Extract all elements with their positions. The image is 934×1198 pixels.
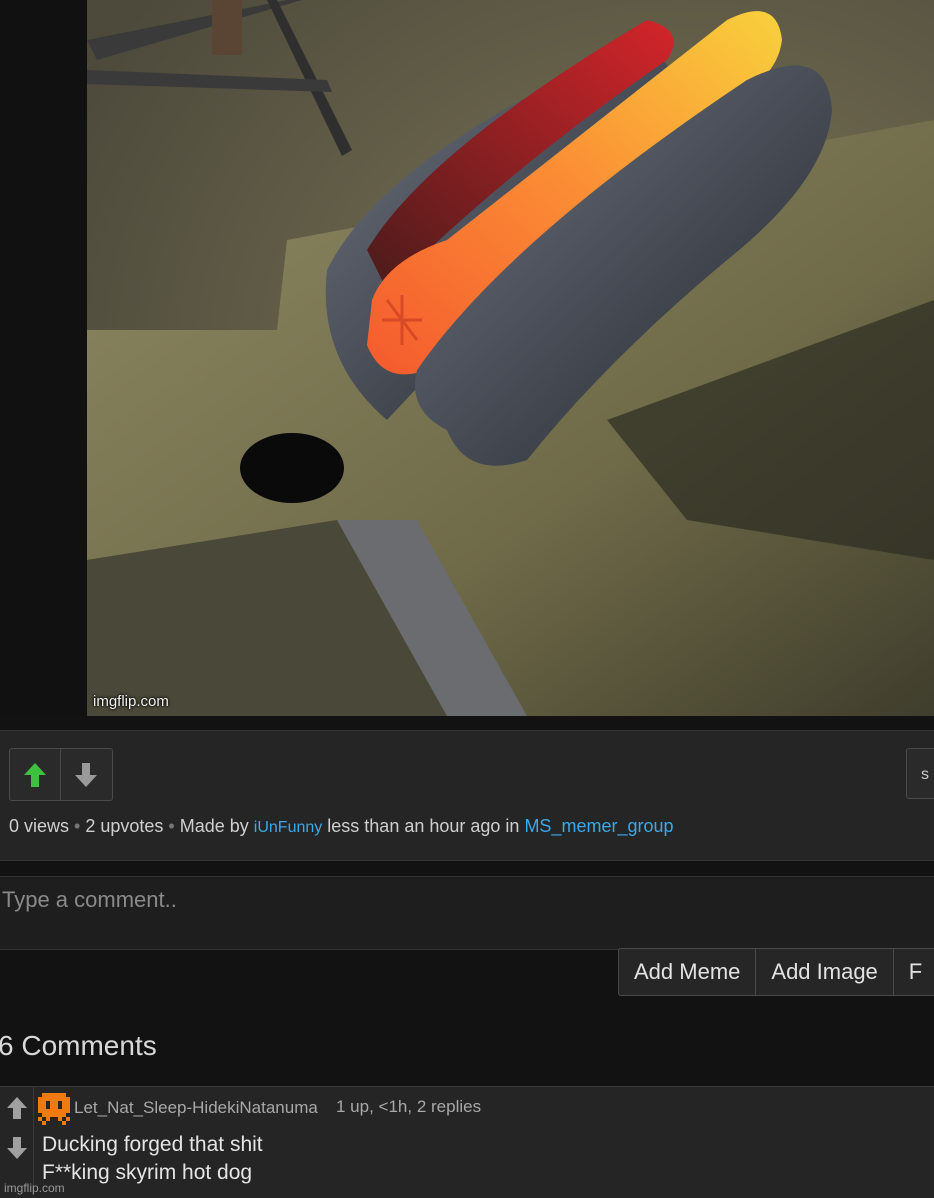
comment-item: Let_Nat_Sleep-HidekiNatanuma 1 up, <1h, … <box>0 1086 934 1198</box>
arrow-down-icon <box>75 762 97 787</box>
comment-downvote-button[interactable] <box>0 1129 33 1166</box>
pixel-skull-avatar-icon[interactable] <box>38 1093 70 1125</box>
comments-heading: 6 Comments <box>0 1030 157 1061</box>
comment-input[interactable] <box>0 877 934 949</box>
comment-vote-column <box>0 1087 34 1192</box>
upvote-button[interactable] <box>10 749 60 800</box>
meme-watermark: imgflip.com <box>93 693 169 710</box>
views-count: 0 views <box>9 816 70 836</box>
vote-group <box>9 748 113 801</box>
made-by-label: Made by <box>179 816 249 836</box>
separator: • <box>168 816 175 836</box>
arrow-up-icon <box>6 1096 27 1119</box>
separator: • <box>74 816 81 836</box>
post-time: less than an hour ago in <box>327 816 520 836</box>
upvotes-count: 2 upvotes <box>85 816 164 836</box>
arrow-up-icon <box>24 762 46 787</box>
comment-line: Ducking forged that shit <box>42 1133 263 1156</box>
group-link[interactable]: MS_memer_group <box>524 816 673 836</box>
downvote-button[interactable] <box>60 749 111 800</box>
comment-meta: 1 up, <1h, 2 replies <box>336 1097 482 1116</box>
comment-username[interactable]: Let_Nat_Sleep-HidekiNatanuma <box>74 1098 318 1118</box>
author-link[interactable]: iUnFunny <box>254 819 322 836</box>
add-image-button[interactable]: Add Image <box>756 948 894 996</box>
add-meme-button[interactable]: Add Meme <box>618 948 757 996</box>
share-button[interactable]: s <box>906 748 934 799</box>
third-action-button[interactable]: F <box>893 948 934 996</box>
post-info-panel: s 0 views • 2 upvotes • Made by iUnFunny les… <box>0 730 934 861</box>
meme-area: imgflip.com <box>0 0 934 716</box>
arrow-down-icon <box>6 1136 27 1159</box>
comment-text: Ducking forged that shit F**king skyrim … <box>42 1131 263 1187</box>
comment-upvote-button[interactable] <box>0 1089 33 1126</box>
comment-actions: Add Meme Add Image F <box>618 948 934 996</box>
comment-box <box>0 876 934 950</box>
post-stats: 0 views • 2 upvotes • Made by iUnFunny less … <box>9 816 674 837</box>
footer-watermark: imgflip.com <box>4 1181 65 1195</box>
comment-line: F**king skyrim hot dog <box>42 1161 253 1184</box>
meme-image[interactable] <box>87 0 934 716</box>
